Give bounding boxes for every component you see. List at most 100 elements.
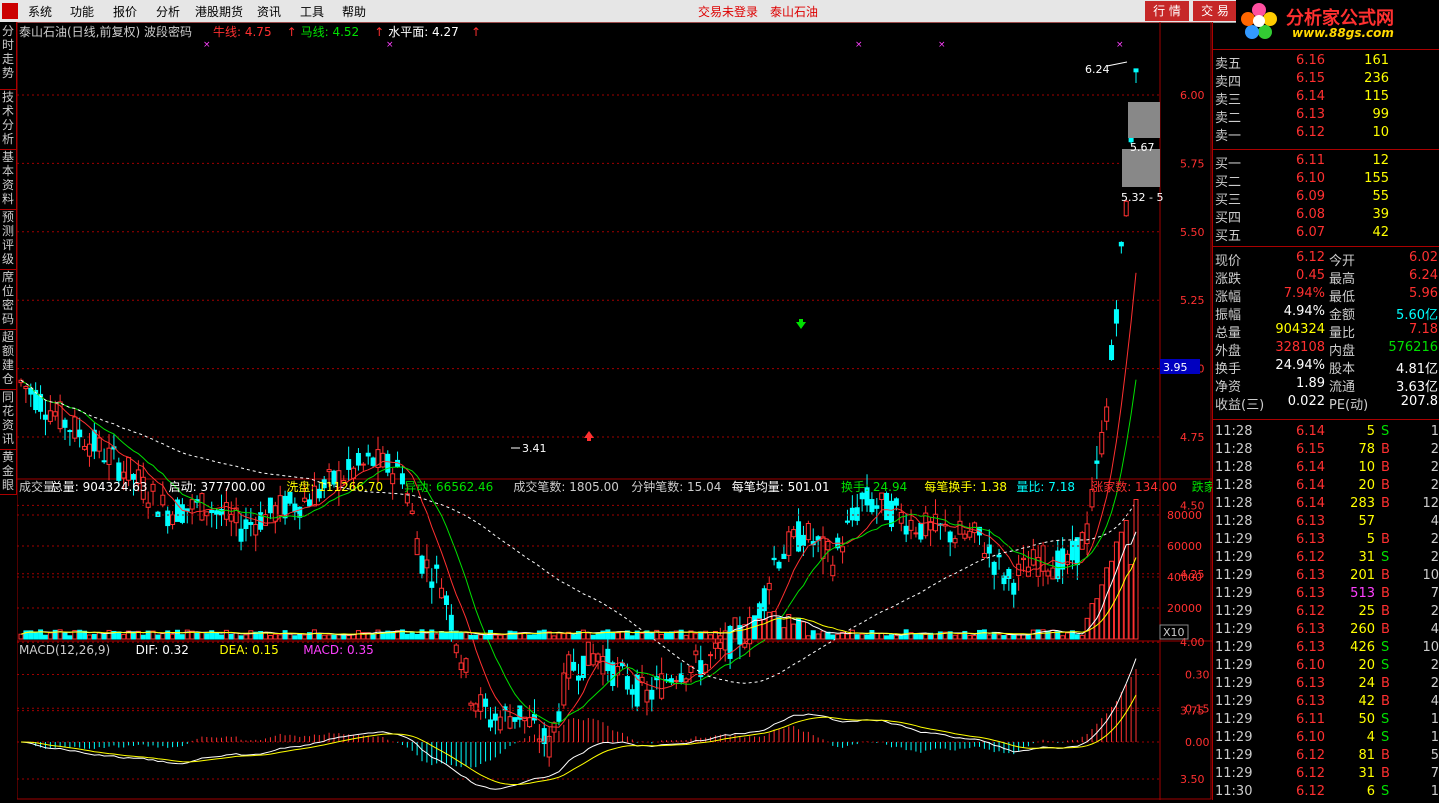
tick-price: 6.13 xyxy=(1296,640,1325,655)
tick-side: B xyxy=(1381,532,1390,547)
tick-volume: 25 xyxy=(1358,604,1375,619)
candle-body xyxy=(160,494,166,506)
candle-body xyxy=(189,499,195,510)
tick-volume: 201 xyxy=(1350,568,1375,583)
tick-side: S xyxy=(1381,784,1390,799)
volume-bar xyxy=(610,631,616,640)
macd-tick-label: 0.30 xyxy=(1185,669,1210,682)
left-tab-4[interactable]: 预测评级 xyxy=(0,208,17,270)
left-tab-3[interactable]: 基本资料 xyxy=(0,148,17,210)
quote-stat-row: 振幅 4.94% 金额 5.60亿 xyxy=(1213,303,1439,323)
volume-bar xyxy=(830,634,836,640)
volume-bar xyxy=(1109,560,1115,640)
candle-body xyxy=(62,419,68,428)
app-logo-icon xyxy=(2,3,18,19)
menu-quote[interactable]: 报价 xyxy=(113,3,137,20)
left-tab-1[interactable]: 分时走势 xyxy=(0,22,17,90)
volume-bar xyxy=(331,634,337,640)
order-volume: 10 xyxy=(1372,125,1389,140)
sell-order-row: 卖五 6.16 161 xyxy=(1213,52,1439,72)
stat-value: 7.18 xyxy=(1409,322,1438,337)
volume-bar xyxy=(810,630,816,640)
volume-bar xyxy=(414,634,420,640)
stock-name-status: 泰山石油 xyxy=(770,5,819,19)
order-price: 6.11 xyxy=(1296,153,1325,168)
menu-function[interactable]: 功能 xyxy=(70,3,94,20)
candle-body xyxy=(576,675,581,681)
sell-order-row: 卖三 6.14 115 xyxy=(1213,88,1439,108)
volume-bar xyxy=(805,635,811,640)
tick-row: 11:29 6.12 31 S 2 xyxy=(1213,549,1439,567)
candle-body xyxy=(1079,532,1085,550)
candle-body xyxy=(243,519,249,530)
price-tick-label: 5.25 xyxy=(1180,294,1205,307)
left-tab-7[interactable]: 同花资讯 xyxy=(0,388,17,450)
tick-time: 11:29 xyxy=(1215,604,1253,619)
volume-bar xyxy=(184,629,190,640)
tick-time: 11:29 xyxy=(1215,550,1253,565)
tick-time: 11:29 xyxy=(1215,766,1253,781)
volume-bar xyxy=(932,633,938,640)
candle-body xyxy=(478,694,484,712)
stat-value: 207.8 xyxy=(1400,394,1438,409)
volume-bar xyxy=(629,635,635,640)
quote-panel: 卖五 6.16 161 卖四 6.15 236 卖三 6.14 115 卖二 6.13 99 卖一 6.1… xyxy=(1212,22,1439,800)
candle-body xyxy=(947,531,953,543)
left-tab-5[interactable]: 席位密码 xyxy=(0,268,17,330)
candle-body xyxy=(1074,537,1080,566)
marker-cross-icon: × xyxy=(855,40,863,50)
quote-button[interactable]: 行 情 xyxy=(1145,1,1189,21)
left-tab-8[interactable]: 黄金眼 xyxy=(0,448,17,495)
volume-bar xyxy=(194,632,200,640)
tick-side: B xyxy=(1381,460,1390,475)
candle-body xyxy=(854,507,860,521)
volume-bar xyxy=(893,635,899,640)
tick-side: B xyxy=(1381,496,1390,511)
volume-bar xyxy=(541,629,547,640)
marker-cross-icon: × xyxy=(938,40,946,50)
tick-volume: 260 xyxy=(1350,622,1375,637)
tick-time: 11:28 xyxy=(1215,496,1253,511)
tick-side: B xyxy=(1381,676,1390,691)
volume-bar xyxy=(336,634,342,640)
volume-bar xyxy=(888,634,894,640)
menu-analysis[interactable]: 分析 xyxy=(156,3,180,20)
candle-body xyxy=(869,499,875,513)
menu-tools[interactable]: 工具 xyxy=(300,3,324,20)
menu-hk-futures[interactable]: 港股期货 xyxy=(195,3,243,20)
tick-time: 11:28 xyxy=(1215,442,1253,457)
candle-body xyxy=(771,557,777,561)
stat-value: 0.45 xyxy=(1296,268,1325,283)
buy-order-row: 买四 6.08 39 xyxy=(1213,206,1439,226)
order-volume: 55 xyxy=(1372,189,1389,204)
buy-order-row: 买五 6.07 42 xyxy=(1213,224,1439,244)
candle-body xyxy=(23,386,29,390)
tick-time: 11:29 xyxy=(1215,640,1253,655)
tick-time: 11:28 xyxy=(1215,460,1253,475)
tick-side: B xyxy=(1381,622,1390,637)
tick-count: 1 xyxy=(1430,730,1439,745)
menu-system[interactable]: 系统 xyxy=(28,3,52,20)
volume-bar xyxy=(302,634,308,640)
macd-info-label: DIF: 0.32 xyxy=(136,643,189,657)
tick-count: 4 xyxy=(1430,514,1439,529)
volume-bar xyxy=(478,634,484,640)
price-tick-label: 6.00 xyxy=(1180,89,1205,102)
quote-separator xyxy=(1213,49,1439,50)
volume-bar xyxy=(869,630,875,640)
menu-help[interactable]: 帮助 xyxy=(342,3,366,20)
quote-separator xyxy=(1213,419,1439,420)
tick-side: S xyxy=(1381,730,1390,745)
candle-body xyxy=(409,510,415,515)
candle-body xyxy=(1065,553,1071,565)
left-tab-2[interactable]: 技术分析 xyxy=(0,88,17,150)
trade-button[interactable]: 交 易 xyxy=(1193,1,1237,21)
tick-time: 11:29 xyxy=(1215,748,1253,763)
candle-body xyxy=(659,673,665,699)
tick-volume: 31 xyxy=(1358,766,1375,781)
candle-body xyxy=(370,457,376,466)
volume-bar xyxy=(370,634,376,640)
order-volume: 115 xyxy=(1364,89,1389,104)
menu-news[interactable]: 资讯 xyxy=(257,3,281,20)
left-tab-6[interactable]: 超额建仓 xyxy=(0,328,17,390)
